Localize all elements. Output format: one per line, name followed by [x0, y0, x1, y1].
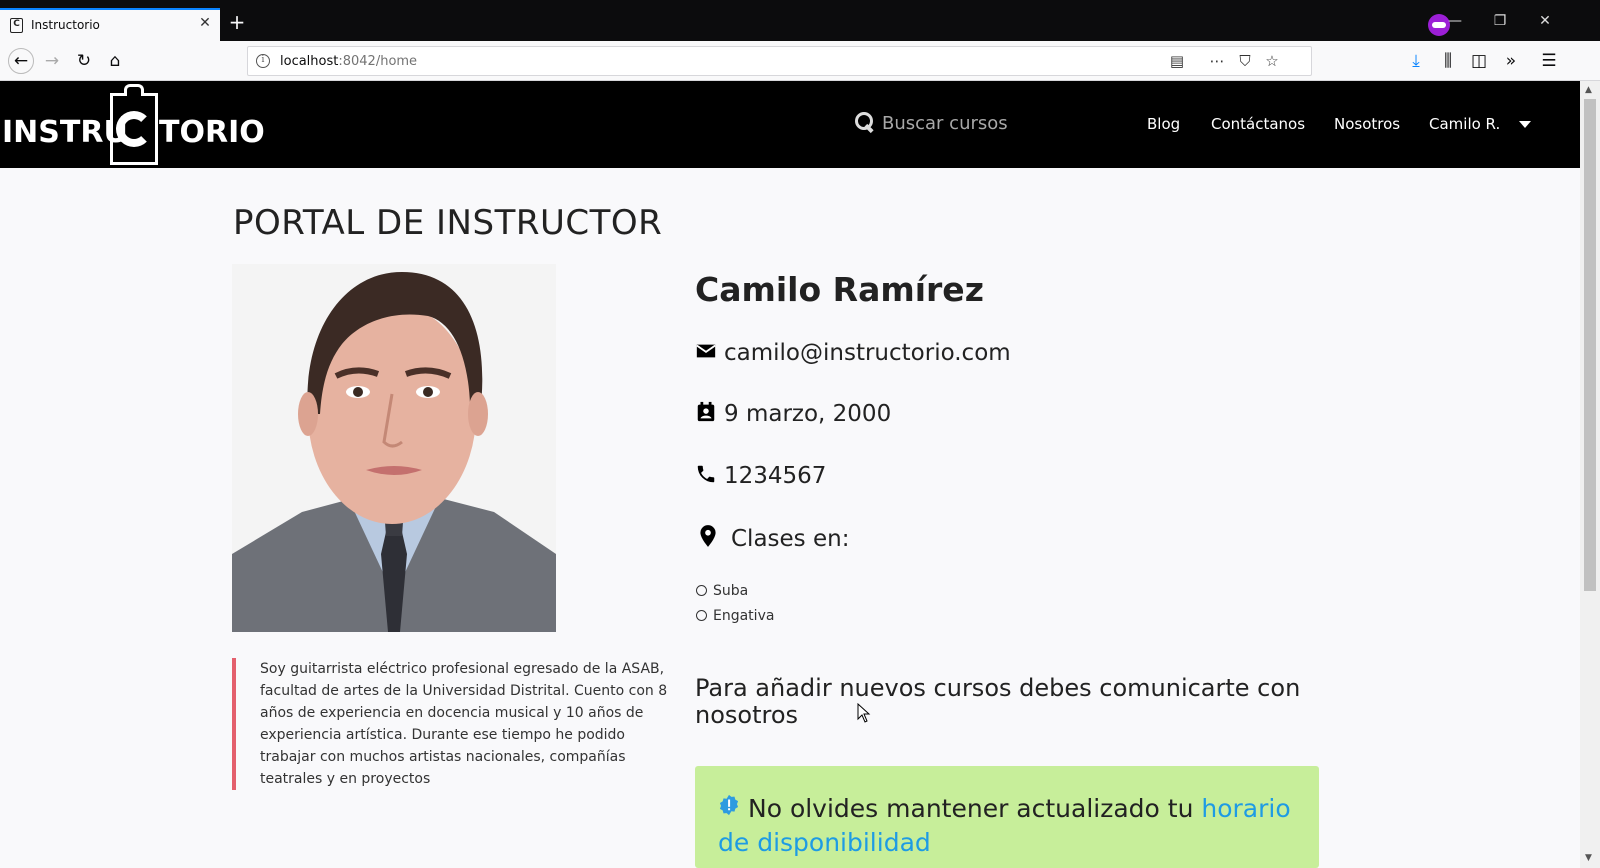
- chevron-down-icon[interactable]: [1519, 121, 1531, 128]
- url-host: localhost: [280, 54, 339, 69]
- nav-link-blog[interactable]: Blog: [1147, 115, 1180, 133]
- phone-icon: [697, 465, 715, 483]
- portrait-image: [232, 264, 556, 632]
- minimize-icon[interactable]: —: [1445, 13, 1465, 29]
- browser-nav-bar: ← → ↻ ⌂ i localhost:8042/home ▤ ⋯ ⛉ ☆ ⤓ …: [0, 41, 1600, 81]
- site-info-icon[interactable]: i: [256, 54, 270, 68]
- reader-view-icon[interactable]: ▤: [1167, 52, 1187, 70]
- url-path: :8042/home: [338, 54, 418, 69]
- browser-tab[interactable]: C Instructorio ✕: [0, 8, 220, 41]
- logo-text-right: TORIO: [159, 115, 265, 150]
- user-menu-button[interactable]: Camilo R.: [1429, 115, 1500, 133]
- home-icon[interactable]: ⌂: [104, 50, 126, 72]
- overflow-menu-icon[interactable]: »: [1500, 50, 1522, 72]
- alert-text: No olvides mantener actualizado tu horar…: [718, 792, 1308, 860]
- profile-photo: [232, 264, 556, 632]
- page-actions-icon[interactable]: ⋯: [1207, 52, 1227, 70]
- restore-icon[interactable]: ❐: [1490, 13, 1510, 29]
- reload-icon[interactable]: ↻: [73, 50, 95, 72]
- bookmark-star-icon[interactable]: ☆: [1262, 52, 1282, 70]
- email-text: camilo@instructorio.com: [724, 340, 1011, 366]
- instructor-name: Camilo Ramírez: [695, 270, 984, 309]
- scroll-down-icon[interactable]: ▼: [1585, 853, 1592, 863]
- location-bullet-icon: [696, 610, 707, 621]
- mouse-cursor-icon: [857, 703, 871, 723]
- hamburger-menu-icon[interactable]: ☰: [1538, 50, 1560, 72]
- close-tab-icon[interactable]: ✕: [197, 15, 213, 31]
- location-label: Suba: [713, 583, 749, 599]
- search-icon[interactable]: [854, 111, 874, 133]
- library-icon[interactable]: ⫼: [1437, 50, 1459, 72]
- alert-message: No olvides mantener actualizado tu: [748, 794, 1202, 823]
- logo-c-icon: [116, 111, 152, 147]
- search-input[interactable]: [882, 109, 1082, 137]
- instructorio-logo[interactable]: INSTRU TORIO: [2, 81, 272, 168]
- instructor-bio: Soy guitarrista eléctrico profesional eg…: [232, 658, 672, 790]
- add-courses-notice: Para añadir nuevos cursos debes comunica…: [695, 674, 1301, 729]
- site-header: INSTRU TORIO Blog Contáctanos Nosotros C…: [0, 81, 1580, 168]
- logo-text-left: INSTRU: [2, 115, 128, 150]
- pocket-icon[interactable]: ⛉: [1235, 52, 1255, 70]
- tab-favicon-icon: C: [10, 18, 23, 33]
- nav-link-contact[interactable]: Contáctanos: [1211, 115, 1305, 133]
- forward-icon[interactable]: →: [41, 50, 63, 72]
- nav-link-about[interactable]: Nosotros: [1334, 115, 1400, 133]
- sidebar-icon[interactable]: ◫: [1468, 50, 1490, 72]
- classes-label: Clases en:: [731, 526, 850, 552]
- scroll-up-icon[interactable]: ▲: [1585, 85, 1592, 95]
- location-bullet-icon: [696, 585, 707, 596]
- url-bar[interactable]: i localhost:8042/home ▤ ⋯ ⛉ ☆: [247, 46, 1312, 76]
- page-title: PORTAL DE INSTRUCTOR: [233, 203, 663, 243]
- logo-clipboard-clip: [124, 84, 144, 96]
- search-bar: [854, 109, 1094, 139]
- back-icon[interactable]: ←: [8, 48, 34, 74]
- birthdate-text: 9 marzo, 2000: [724, 401, 892, 427]
- phone-text: 1234567: [724, 463, 827, 489]
- window-close-icon[interactable]: ✕: [1535, 13, 1555, 29]
- calendar-person-icon: [697, 401, 715, 422]
- location-label: Engativa: [713, 608, 775, 624]
- downloads-icon[interactable]: ⤓: [1405, 50, 1427, 72]
- browser-tab-bar: C Instructorio ✕ + — ❐ ✕: [0, 0, 1600, 41]
- email-icon: [696, 344, 716, 358]
- url-text[interactable]: localhost:8042/home: [280, 54, 417, 69]
- new-tab-icon[interactable]: +: [227, 10, 247, 34]
- page-scrollbar[interactable]: ▲ ▼: [1580, 81, 1600, 868]
- tab-title: Instructorio: [31, 18, 100, 32]
- availability-alert: No olvides mantener actualizado tu horar…: [695, 766, 1319, 868]
- location-pin-icon: [700, 525, 716, 547]
- scrollbar-thumb[interactable]: [1584, 99, 1596, 591]
